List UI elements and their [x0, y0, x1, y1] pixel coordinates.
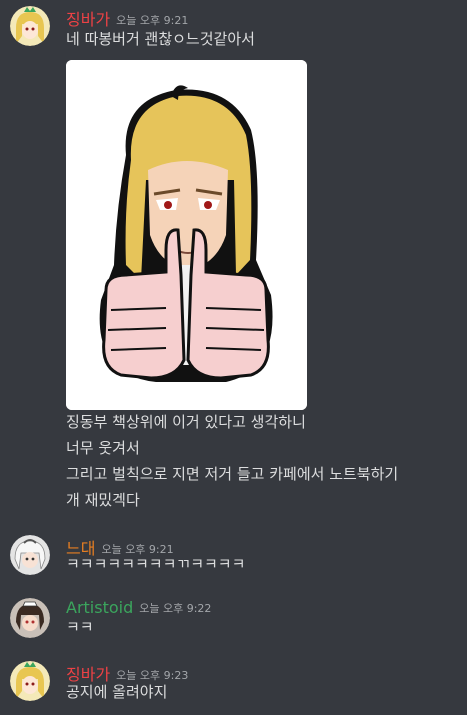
- message-group-jingbaga-1: 징바가 오늘 오후 9:21 네 따봉버거 괜찮ㅇ느것같아서 징동부 책상위에 …: [0, 6, 467, 516]
- message-text: 징동부 책상위에 이거 있다고 생각하니: [66, 413, 306, 431]
- message-text: 개 재밌겍다: [66, 491, 140, 509]
- message-text: 그리고 벌칙으로 지면 저거 들고 카페에서 노트북하기: [66, 465, 399, 483]
- avatar-jingbaga-image: [10, 661, 50, 701]
- message-text: 네 따봉버거 괜찮ㅇ느것같아서: [66, 30, 255, 48]
- message-text: ㅋㅋㅋㅋㅋㅋㅋㅋㄲㅋㅋㅋㅋ: [66, 555, 246, 573]
- message-text: 너무 웃겨서: [66, 439, 140, 457]
- thumbs-up-character-image: [66, 60, 307, 410]
- avatar-neudae-image: [10, 535, 50, 575]
- avatar-jingbaga[interactable]: [10, 661, 50, 701]
- message-group-artistoid: Artistoid 오늘 오후 9:22 ㅋㅋ: [0, 598, 467, 642]
- avatar-artistoid[interactable]: [10, 598, 50, 638]
- username[interactable]: 징바가: [66, 10, 110, 29]
- avatar-neudae[interactable]: [10, 535, 50, 575]
- message-header: 징바가 오늘 오후 9:23: [66, 661, 188, 684]
- username[interactable]: Artistoid: [66, 598, 133, 617]
- avatar-jingbaga[interactable]: [10, 6, 50, 46]
- avatar-jingbaga-image: [10, 6, 50, 46]
- message-text: ㅋㅋ: [66, 618, 94, 636]
- chat-message-list: 징바가 오늘 오후 9:21 네 따봉버거 괜찮ㅇ느것같아서 징동부 책상위에 …: [0, 0, 467, 715]
- message-header: 징바가 오늘 오후 9:21: [66, 6, 188, 29]
- timestamp[interactable]: 오늘 오후 9:21: [116, 14, 188, 27]
- message-group-jingbaga-2: 징바가 오늘 오후 9:23 공지에 올려야지: [0, 661, 467, 705]
- timestamp[interactable]: 오늘 오후 9:22: [139, 602, 211, 615]
- message-group-neudae: 느대 오늘 오후 9:21 ㅋㅋㅋㅋㅋㅋㅋㅋㄲㅋㅋㅋㅋ: [0, 535, 467, 579]
- message-text: 공지에 올려야지: [66, 683, 168, 701]
- avatar-artistoid-image: [10, 598, 50, 638]
- image-attachment[interactable]: [66, 60, 307, 410]
